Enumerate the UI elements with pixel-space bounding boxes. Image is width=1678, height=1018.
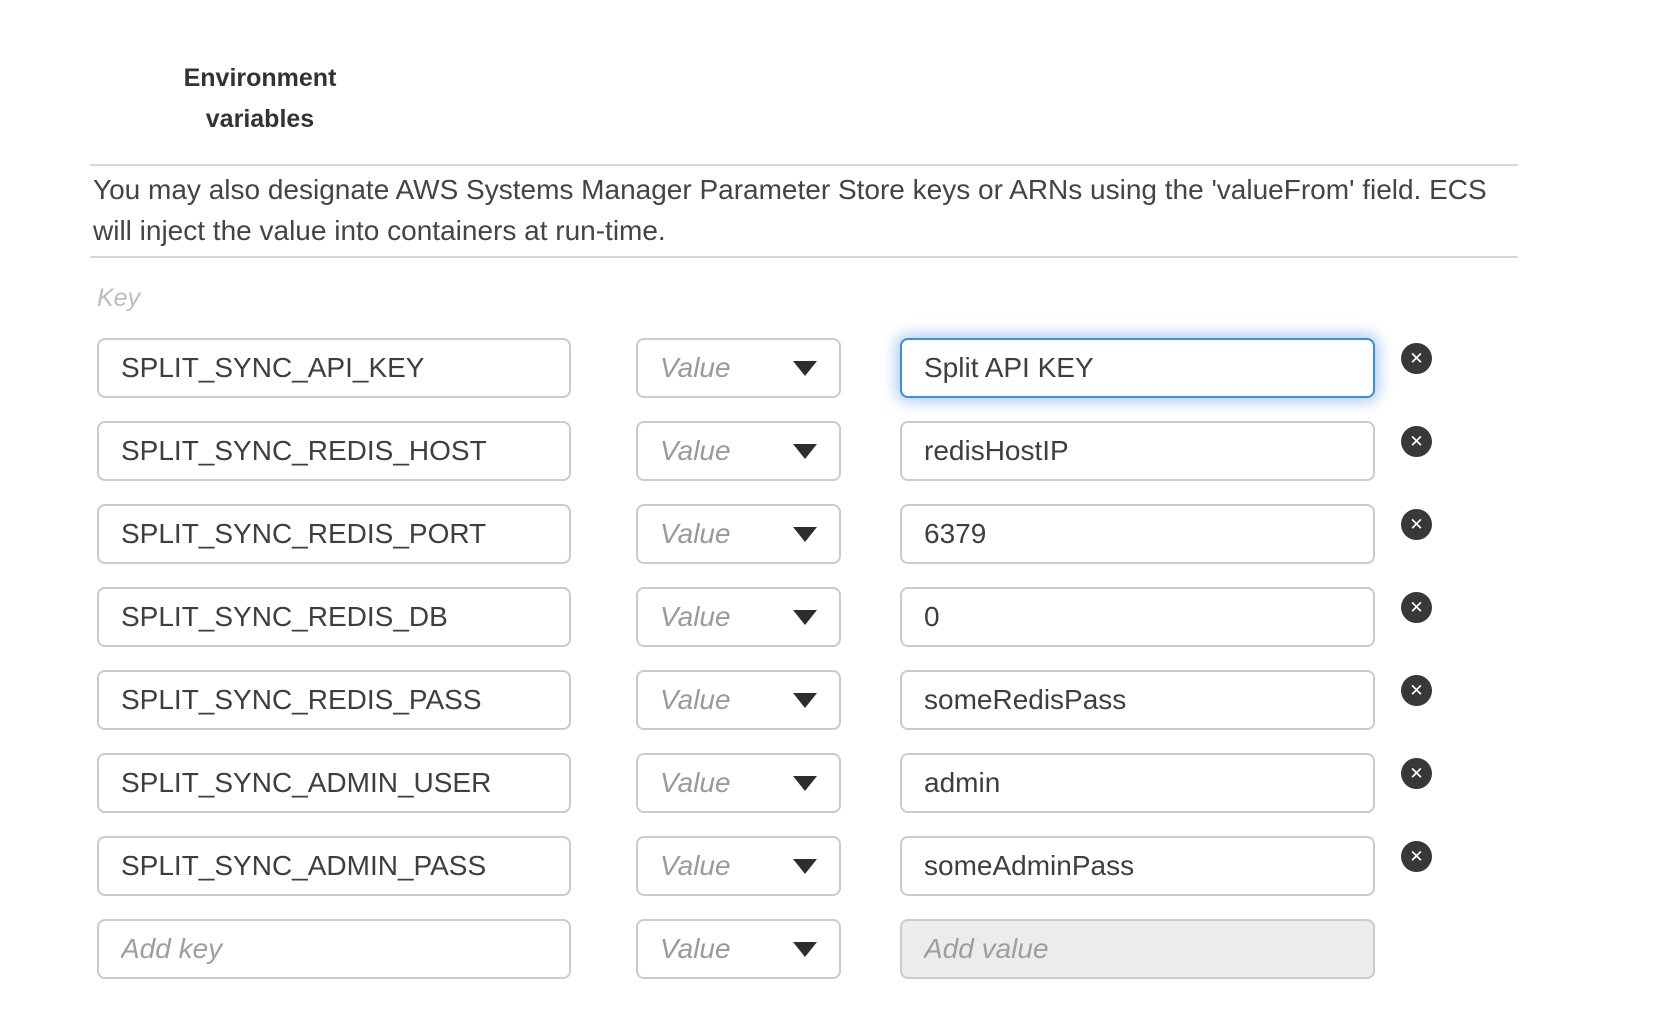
chevron-down-icon xyxy=(793,859,817,874)
env-key-input[interactable] xyxy=(97,836,571,896)
env-value-input[interactable] xyxy=(900,421,1375,481)
env-value-input[interactable] xyxy=(900,587,1375,647)
env-key-input[interactable] xyxy=(97,421,571,481)
divider xyxy=(90,256,1518,258)
divider xyxy=(90,164,1518,166)
env-value-type-select[interactable]: Value xyxy=(636,587,841,647)
remove-variable-button[interactable]: ✕ xyxy=(1401,758,1432,789)
env-value-type-select[interactable]: Value xyxy=(636,338,841,398)
chevron-down-icon xyxy=(793,444,817,459)
add-value-input[interactable] xyxy=(900,919,1375,979)
env-key-input[interactable] xyxy=(97,504,571,564)
env-value-input[interactable] xyxy=(900,670,1375,730)
env-value-type-label: Value xyxy=(660,601,731,633)
env-value-type-label: Value xyxy=(660,518,731,550)
remove-variable-button[interactable]: ✕ xyxy=(1401,509,1432,540)
env-value-type-select[interactable]: Value xyxy=(636,919,841,979)
env-value-type-label: Value xyxy=(660,435,731,467)
env-value-type-select[interactable]: Value xyxy=(636,753,841,813)
close-icon: ✕ xyxy=(1409,515,1423,535)
section-title: Environment variables xyxy=(140,58,380,140)
env-value-type-label: Value xyxy=(660,767,731,799)
close-icon: ✕ xyxy=(1409,847,1423,867)
environment-variables-section: Environment variables You may also desig… xyxy=(0,0,1678,1018)
remove-variable-button[interactable]: ✕ xyxy=(1401,841,1432,872)
env-value-type-label: Value xyxy=(660,850,731,882)
chevron-down-icon xyxy=(793,942,817,957)
remove-variable-button[interactable]: ✕ xyxy=(1401,426,1432,457)
env-var-row: Value ✕ xyxy=(97,836,1432,896)
env-var-row: Value ✕ xyxy=(97,753,1432,813)
close-icon: ✕ xyxy=(1409,598,1423,618)
chevron-down-icon xyxy=(793,776,817,791)
key-column-label: Key xyxy=(97,284,140,313)
chevron-down-icon xyxy=(793,610,817,625)
env-var-row: Value ✕ xyxy=(97,587,1432,647)
env-key-input[interactable] xyxy=(97,753,571,813)
env-value-type-select[interactable]: Value xyxy=(636,504,841,564)
env-var-row: Value ✕ xyxy=(97,421,1432,481)
env-key-input[interactable] xyxy=(97,338,571,398)
env-var-row: Value ✕ xyxy=(97,338,1432,398)
chevron-down-icon xyxy=(793,693,817,708)
close-icon: ✕ xyxy=(1409,681,1423,701)
env-value-type-select[interactable]: Value xyxy=(636,836,841,896)
section-description: You may also designate AWS Systems Manag… xyxy=(93,169,1523,251)
env-key-input[interactable] xyxy=(97,587,571,647)
add-key-input[interactable] xyxy=(97,919,571,979)
env-value-type-select[interactable]: Value xyxy=(636,670,841,730)
env-var-row: Value ✕ xyxy=(97,670,1432,730)
env-value-input[interactable] xyxy=(900,836,1375,896)
env-var-row: Value ✕ xyxy=(97,504,1432,564)
remove-variable-button[interactable]: ✕ xyxy=(1401,592,1432,623)
remove-variable-button[interactable]: ✕ xyxy=(1401,343,1432,374)
env-value-input[interactable] xyxy=(900,504,1375,564)
env-value-type-label: Value xyxy=(660,352,731,384)
env-value-type-label: Value xyxy=(660,933,731,965)
env-var-add-row: Value xyxy=(97,919,1432,979)
env-var-grid: Value ✕ Value ✕ Value ✕ xyxy=(97,338,1432,1002)
env-key-input[interactable] xyxy=(97,670,571,730)
env-value-type-label: Value xyxy=(660,684,731,716)
close-icon: ✕ xyxy=(1409,764,1423,784)
env-value-type-select[interactable]: Value xyxy=(636,421,841,481)
env-value-input[interactable] xyxy=(900,753,1375,813)
env-value-input[interactable] xyxy=(900,338,1375,398)
chevron-down-icon xyxy=(793,527,817,542)
remove-variable-button[interactable]: ✕ xyxy=(1401,675,1432,706)
close-icon: ✕ xyxy=(1409,432,1423,452)
chevron-down-icon xyxy=(793,361,817,376)
close-icon: ✕ xyxy=(1409,349,1423,369)
